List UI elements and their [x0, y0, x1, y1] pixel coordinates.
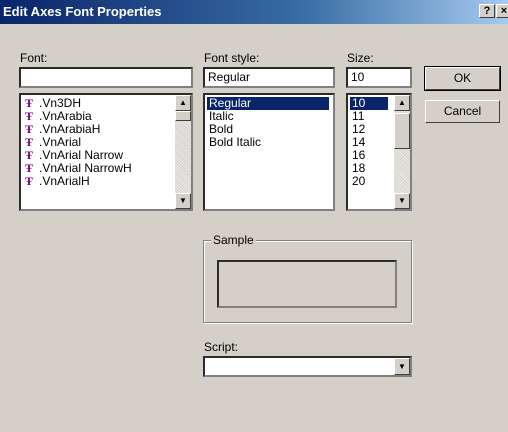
- list-item[interactable]: Bold Italic: [207, 136, 263, 149]
- scroll-down-arrow-icon[interactable]: ▼: [394, 193, 410, 209]
- scroll-thumb[interactable]: [394, 113, 410, 149]
- list-item[interactable]: Ŧ .VnArialH: [23, 175, 92, 188]
- title-bar[interactable]: Edit Axes Font Properties ? ×: [0, 0, 508, 24]
- font-list-scrollbar[interactable]: ▲ ▼: [175, 95, 191, 209]
- size-list-scrollbar[interactable]: ▲ ▼: [394, 95, 410, 209]
- scroll-up-arrow-icon[interactable]: ▲: [394, 95, 410, 111]
- font-label: Font:: [20, 51, 48, 65]
- edit-axes-font-dialog: Edit Axes Font Properties ? × Font: Ŧ .Vn…: [0, 0, 508, 432]
- dialog-title: Edit Axes Font Properties: [3, 4, 162, 19]
- chevron-down-icon[interactable]: ▼: [394, 358, 410, 375]
- font-input[interactable]: [19, 67, 193, 88]
- cancel-button[interactable]: Cancel: [425, 100, 500, 123]
- font-style-label: Font style:: [204, 51, 260, 65]
- font-style-list[interactable]: Regular Italic Bold Bold Italic: [203, 93, 335, 211]
- list-item[interactable]: 20: [350, 175, 367, 188]
- truetype-font-icon: Ŧ: [25, 174, 34, 188]
- scroll-down-arrow-icon[interactable]: ▼: [175, 193, 191, 209]
- help-button[interactable]: ?: [479, 4, 495, 18]
- script-label: Script:: [204, 340, 239, 354]
- sample-caption: Sample: [211, 233, 256, 247]
- scroll-thumb[interactable]: [175, 111, 191, 121]
- size-label: Size:: [347, 51, 374, 65]
- font-list[interactable]: Ŧ .Vn3DH Ŧ .VnArabia Ŧ .VnArabiaH Ŧ .VnArial…: [19, 93, 193, 211]
- size-input[interactable]: 10: [346, 67, 412, 88]
- sample-preview: [217, 260, 397, 308]
- close-button[interactable]: ×: [496, 4, 508, 18]
- font-style-input[interactable]: Regular: [203, 67, 335, 88]
- ok-button[interactable]: OK: [424, 66, 501, 91]
- size-list[interactable]: 10 11 12 14 16 18 20 ▲ ▼: [346, 93, 412, 211]
- script-dropdown[interactable]: ▼: [203, 356, 412, 377]
- scroll-up-arrow-icon[interactable]: ▲: [175, 95, 191, 111]
